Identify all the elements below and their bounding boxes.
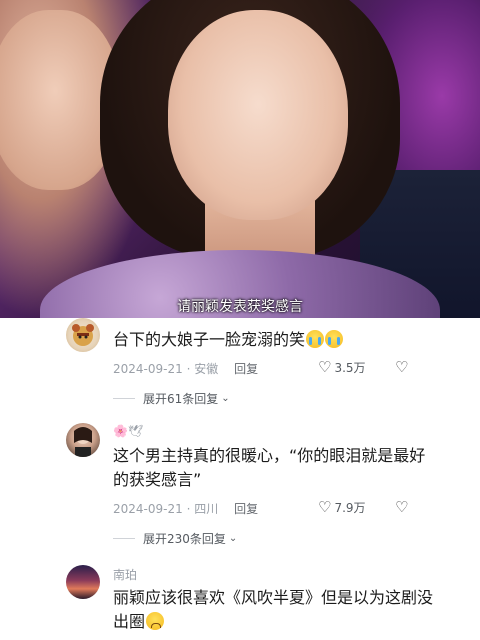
- comment-location: 安徽: [194, 362, 219, 376]
- avatar[interactable]: [66, 423, 100, 457]
- meta-separator: ·: [186, 362, 191, 376]
- user-photo-icon: [74, 427, 92, 457]
- chevron-down-icon: ⌄: [228, 533, 238, 544]
- divider: [113, 398, 135, 399]
- heart-icon: ♡: [318, 358, 332, 376]
- reply-button[interactable]: 回复: [234, 362, 258, 376]
- tiger-avatar-icon: [72, 324, 94, 346]
- avatar[interactable]: [66, 318, 100, 352]
- reply-button[interactable]: 回复: [234, 502, 258, 516]
- video-frame[interactable]: 请丽颖发表获奖感言: [0, 0, 480, 318]
- like-count: 7.9万: [334, 500, 366, 515]
- comment-text: 丽颖应该很喜欢《风吹半夏》但是以为这剧没出圈: [113, 586, 433, 634]
- expand-replies-button[interactable]: 展开230条回复 ⌄: [113, 530, 237, 547]
- speaker-face: [168, 10, 348, 220]
- like-count: 3.5万: [334, 360, 366, 375]
- video-subtitle: 请丽颖发表获奖感言: [177, 299, 303, 315]
- dislike-icon[interactable]: ♡: [395, 498, 409, 516]
- like-button[interactable]: ♡ 3.5万: [318, 358, 366, 376]
- like-button[interactable]: ♡ 7.9万: [318, 498, 366, 516]
- username[interactable]: 🌸🕊: [113, 424, 143, 438]
- comment-text: 台下的大娘子一脸宠溺的笑: [113, 328, 433, 352]
- expand-replies-label: 展开230条回复: [143, 532, 226, 546]
- pleading-face-icon: [146, 612, 165, 630]
- comment-date: 2024-09-21: [113, 362, 183, 376]
- meta-separator: ·: [186, 502, 191, 516]
- expand-replies-label: 展开61条回复: [143, 392, 219, 406]
- comment-meta: 2024-09-21 · 四川 回复: [113, 500, 258, 517]
- dislike-icon[interactable]: ♡: [395, 358, 409, 376]
- username[interactable]: 南珀: [113, 566, 137, 583]
- crying-face-icon: [306, 330, 325, 348]
- comment-location: 四川: [194, 502, 219, 516]
- crying-face-icon: [325, 330, 344, 348]
- divider: [113, 538, 135, 539]
- comment-body: 台下的大娘子一脸宠溺的笑: [113, 330, 306, 349]
- avatar[interactable]: [66, 565, 100, 599]
- comment-meta: 2024-09-21 · 安徽 回复: [113, 360, 258, 377]
- comment-text: 这个男主持真的很暖心，“你的眼泪就是最好的获奖感言”: [113, 446, 426, 489]
- expand-replies-button[interactable]: 展开61条回复 ⌄: [113, 390, 230, 407]
- chevron-down-icon: ⌄: [221, 393, 230, 404]
- heart-icon: ♡: [318, 498, 332, 516]
- comment-date: 2024-09-21: [113, 502, 183, 516]
